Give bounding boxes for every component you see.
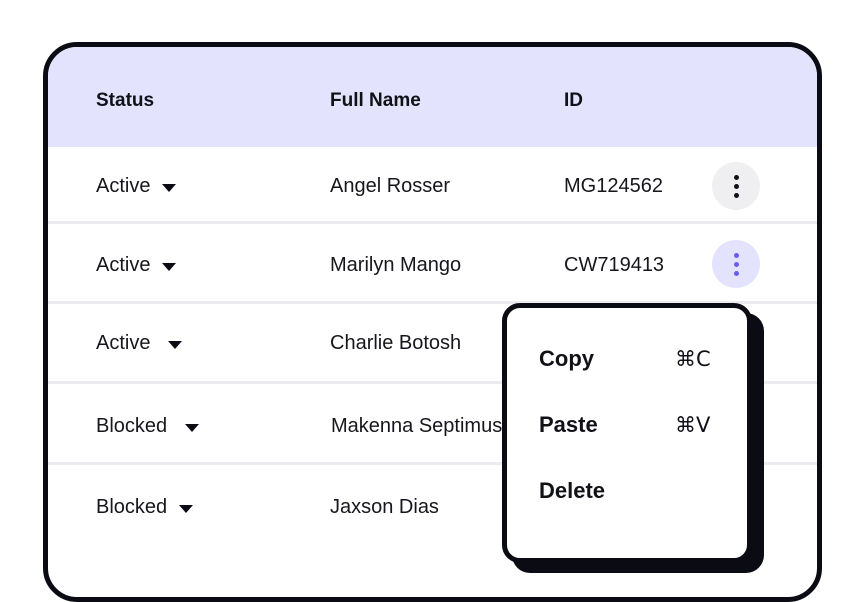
- more-vertical-icon[interactable]: [712, 240, 760, 288]
- menu-item-shortcut: ⌘C: [675, 347, 711, 371]
- caret-down-icon: [168, 340, 183, 349]
- caret-down-icon: [162, 262, 177, 271]
- menu-item-label: Delete: [539, 478, 606, 503]
- status-label: Active: [96, 332, 151, 354]
- status-dropdown[interactable]: Active: [96, 332, 183, 355]
- name-cell: Angel Rosser: [330, 175, 451, 197]
- more-vertical-icon[interactable]: [712, 162, 760, 210]
- menu-item-label: Paste: [539, 412, 598, 437]
- context-menu: Copy ⌘C Paste ⌘V Delete: [502, 303, 752, 563]
- menu-item-shortcut: ⌘V: [675, 413, 711, 437]
- menu-item-label: Copy: [539, 346, 594, 371]
- id-cell: CW719413: [564, 254, 665, 276]
- status-label: Active: [96, 254, 151, 276]
- status-dropdown[interactable]: Blocked: [96, 496, 194, 519]
- header-status[interactable]: Status: [96, 90, 154, 112]
- name-cell: Jaxson Dias: [330, 496, 439, 518]
- status-label: Blocked: [96, 496, 168, 518]
- status-label: Blocked: [96, 415, 168, 437]
- id-cell: MG124562: [564, 175, 663, 197]
- status-dropdown[interactable]: Active: [96, 254, 177, 277]
- name-cell: Charlie Botosh: [330, 332, 462, 354]
- table-row: Active Angel Rosser MG124562: [48, 147, 817, 224]
- table-row: Active Marilyn Mango CW719413: [48, 224, 817, 304]
- caret-down-icon: [179, 504, 194, 513]
- name-cell: Makenna Septimus: [331, 415, 503, 437]
- caret-down-icon: [162, 183, 177, 192]
- header-full-name[interactable]: Full Name: [330, 90, 421, 112]
- status-dropdown[interactable]: Blocked: [96, 415, 200, 438]
- caret-down-icon: [185, 423, 200, 432]
- name-cell: Marilyn Mango: [330, 254, 462, 276]
- status-dropdown[interactable]: Active: [96, 175, 177, 198]
- status-label: Active: [96, 175, 151, 197]
- table-header: Status Full Name ID: [48, 47, 817, 147]
- header-id[interactable]: ID: [564, 90, 583, 112]
